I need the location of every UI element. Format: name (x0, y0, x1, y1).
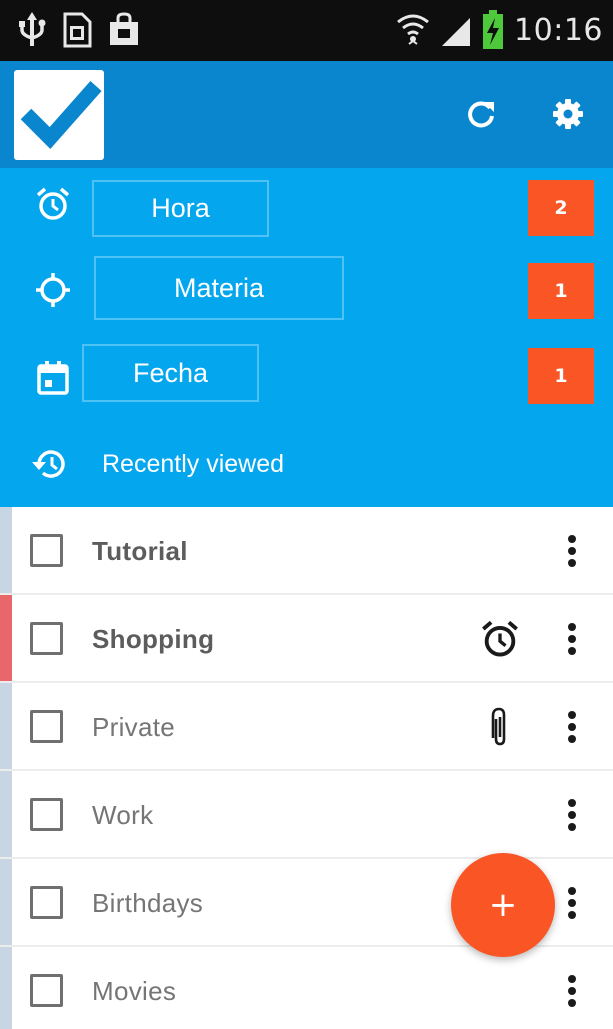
checkbox[interactable] (30, 798, 63, 831)
battery-charging-icon (483, 10, 504, 49)
shopping-bag-icon (110, 12, 138, 45)
count-badge-hora: 2 (528, 180, 594, 236)
app-logo (14, 70, 104, 160)
more-options-button[interactable] (552, 793, 592, 837)
more-vert-icon (568, 535, 576, 567)
list-color-stripe (0, 947, 12, 1029)
more-vert-icon (568, 799, 576, 831)
filter-panel: Hora 2 Materia 1 Fecha 1 Recently viewed (0, 168, 613, 507)
list-color-stripe (0, 595, 12, 681)
count-badge-materia: 1 (528, 263, 594, 319)
recently-viewed[interactable]: Recently viewed (30, 446, 284, 482)
settings-icon (553, 99, 583, 129)
checkbox[interactable] (30, 534, 63, 567)
filter-fecha[interactable]: Fecha (82, 344, 259, 402)
recently-viewed-label: Recently viewed (102, 449, 285, 478)
filter-hora[interactable]: Hora (92, 180, 269, 237)
list-color-stripe (0, 859, 12, 945)
checkbox[interactable] (30, 622, 63, 655)
more-vert-icon (568, 711, 576, 743)
refresh-button[interactable] (456, 89, 506, 139)
refresh-icon (468, 101, 494, 128)
calendar-icon (33, 358, 73, 398)
signal-icon (442, 18, 471, 46)
settings-button[interactable] (543, 89, 593, 139)
more-options-button[interactable] (552, 881, 592, 925)
list-item[interactable]: Private (0, 683, 613, 771)
list-item-label: Movies (92, 976, 177, 1006)
wifi-icon (397, 14, 429, 45)
clock: 10:16 (514, 12, 603, 48)
list-item-label: Shopping (92, 624, 215, 654)
more-vert-icon (568, 623, 576, 655)
more-options-button[interactable] (552, 529, 592, 573)
more-options-button[interactable] (552, 705, 592, 749)
paperclip-icon (478, 705, 522, 749)
history-icon (32, 450, 65, 478)
list-item-label: Private (92, 712, 176, 742)
more-options-button[interactable] (552, 617, 592, 661)
checkmark-logo-icon (20, 81, 102, 149)
alarm-clock-icon (478, 617, 522, 661)
list-item[interactable]: Tutorial (0, 507, 613, 595)
count-badge-fecha: 1 (528, 348, 594, 404)
more-vert-icon (568, 975, 576, 1007)
list-color-stripe (0, 683, 12, 769)
alarm-clock-icon (33, 184, 73, 224)
list-item-label: Birthdays (92, 888, 204, 918)
list-item[interactable]: Work (0, 771, 613, 859)
sim-card-icon (63, 12, 92, 48)
add-list-fab[interactable]: + (451, 853, 555, 957)
app-bar (0, 61, 613, 168)
more-options-button[interactable] (552, 969, 592, 1013)
list-item[interactable]: Shopping (0, 595, 613, 683)
system-icons: 10:16 (396, 8, 603, 52)
list-color-stripe (0, 771, 12, 857)
notification-icons (18, 8, 140, 52)
list-item-label: Work (92, 800, 154, 830)
more-vert-icon (568, 887, 576, 919)
usb-icon (19, 12, 46, 46)
checkbox[interactable] (30, 710, 63, 743)
crosshair-icon (33, 270, 73, 310)
list-color-stripe (0, 507, 12, 593)
checkbox[interactable] (30, 974, 63, 1007)
status-bar: 10:16 (0, 0, 613, 61)
filter-materia[interactable]: Materia (94, 256, 344, 320)
list-item-label: Tutorial (92, 536, 188, 566)
checkbox[interactable] (30, 886, 63, 919)
list-item[interactable]: Movies (0, 947, 613, 1029)
